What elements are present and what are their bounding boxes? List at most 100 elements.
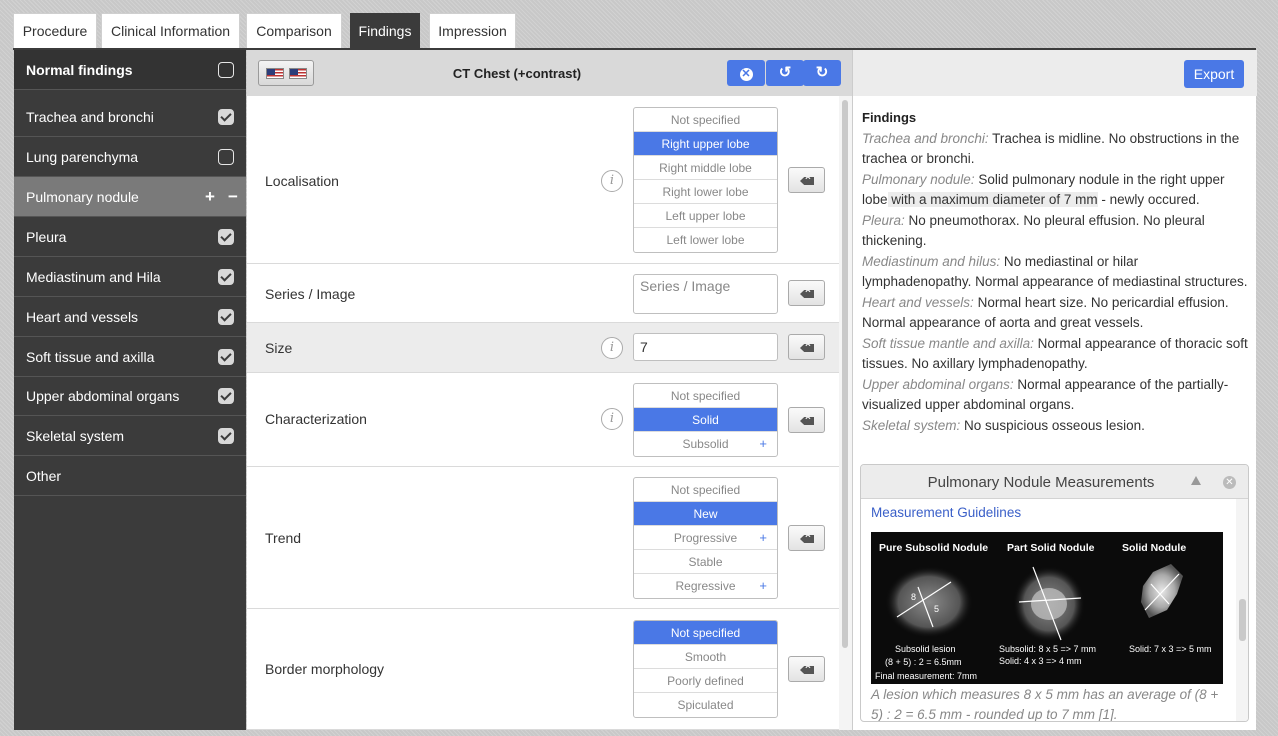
size-input[interactable] — [633, 333, 778, 361]
report-line-mediastinum: Mediastinum and hilus: No mediastinal or… — [862, 252, 1250, 293]
clear-field-button[interactable] — [788, 525, 825, 551]
tab-findings[interactable]: Findings — [350, 13, 420, 48]
sidebar-item-upper-abdominal-organs[interactable]: Upper abdominal organs — [14, 376, 246, 416]
report-title: Findings — [862, 110, 917, 125]
tab-clinical-information[interactable]: Clinical Information — [101, 13, 240, 48]
sidebar-item-other[interactable]: Other — [14, 456, 246, 496]
backspace-icon — [800, 535, 814, 543]
panel-scrollbar[interactable] — [1236, 499, 1248, 721]
checkbox[interactable] — [218, 109, 234, 125]
clear-field-button[interactable] — [788, 280, 825, 306]
remove-icon[interactable]: − — [228, 177, 238, 217]
sidebar-item-pleura[interactable]: Pleura — [14, 217, 246, 257]
sidebar-header-normal-findings[interactable]: Normal findings — [14, 50, 246, 90]
expand-plus-icon[interactable]: + — [759, 526, 767, 550]
undo-button[interactable]: ↺ — [766, 60, 804, 86]
option-left-upper-lobe[interactable]: Left upper lobe — [634, 204, 777, 228]
option-not-specified[interactable]: Not specified — [634, 478, 777, 502]
sidebar: Normal findings Trachea and bronchi Lung… — [14, 50, 246, 730]
report-key: Mediastinum and hilus: — [862, 253, 1001, 269]
clear-button[interactable]: ✕ — [727, 60, 765, 86]
field-row-localisation: Localisation i Not specified Right upper… — [247, 96, 839, 264]
export-button[interactable]: Export — [1184, 60, 1244, 88]
solid-core-shape — [1031, 588, 1067, 620]
sidebar-item-heart-and-vessels[interactable]: Heart and vessels — [14, 297, 246, 337]
add-icon[interactable]: + — [205, 177, 215, 217]
info-icon[interactable]: i — [601, 337, 623, 359]
option-progressive[interactable]: Progressive + — [634, 526, 777, 550]
form-title: CT Chest (+contrast) — [452, 66, 582, 81]
clear-field-button[interactable] — [788, 407, 825, 433]
expand-plus-icon[interactable]: + — [759, 432, 767, 456]
sidebar-item-label: Trachea and bronchi — [26, 109, 154, 125]
option-subsolid[interactable]: Subsolid + — [634, 432, 777, 456]
panel-title: Pulmonary Nodule Measurements — [927, 474, 1155, 491]
tab-impression[interactable]: Impression — [429, 13, 516, 48]
measurement-guidelines-link[interactable]: Measurement Guidelines — [871, 505, 1021, 520]
subsolid-nodule-shape — [885, 566, 973, 638]
option-left-lower-lobe[interactable]: Left lower lobe — [634, 228, 777, 252]
option-regressive[interactable]: Regressive + — [634, 574, 777, 598]
clear-field-button[interactable] — [788, 167, 825, 193]
option-right-upper-lobe[interactable]: Right upper lobe — [634, 132, 777, 156]
option-not-specified[interactable]: Not specified — [634, 108, 777, 132]
scrollbar-thumb[interactable] — [1239, 599, 1246, 641]
option-spiculated[interactable]: Spiculated — [634, 693, 777, 717]
undo-icon: ↺ — [778, 64, 792, 81]
collapse-triangle-icon[interactable] — [1191, 476, 1201, 485]
option-solid[interactable]: Solid — [634, 408, 777, 432]
scrollbar-thumb[interactable] — [842, 100, 848, 648]
report-line-pleura: Pleura: No pneumothorax. No pleural effu… — [862, 211, 1250, 252]
option-smooth[interactable]: Smooth — [634, 645, 777, 669]
backspace-icon — [800, 344, 814, 352]
tab-procedure[interactable]: Procedure — [13, 13, 97, 48]
checkbox[interactable] — [218, 388, 234, 404]
report-key: Upper abdominal organs: — [862, 376, 1014, 392]
checkbox[interactable] — [218, 269, 234, 285]
sidebar-item-mediastinum-and-hila[interactable]: Mediastinum and Hila — [14, 257, 246, 297]
normal-findings-checkbox[interactable] — [218, 62, 234, 78]
option-poorly-defined[interactable]: Poorly defined — [634, 669, 777, 693]
checkbox[interactable] — [218, 428, 234, 444]
checkbox[interactable] — [218, 309, 234, 325]
clear-field-button[interactable] — [788, 656, 825, 682]
image-caption: Solid: 4 x 3 => 4 mm — [999, 656, 1082, 666]
field-label: Border morphology — [265, 661, 385, 677]
image-caption: Subsolid: 8 x 5 => 7 mm — [999, 644, 1097, 654]
info-icon[interactable]: i — [601, 408, 623, 430]
checkbox[interactable] — [218, 349, 234, 365]
option-not-specified[interactable]: Not specified — [634, 384, 777, 408]
nodule-measurements-panel: Pulmonary Nodule Measurements ✕ Measurem… — [860, 464, 1249, 722]
trend-options: Not specified New Progressive + Stable Re… — [633, 477, 778, 599]
close-icon[interactable]: ✕ — [1223, 476, 1236, 489]
series-image-input[interactable] — [633, 274, 778, 314]
expand-plus-icon[interactable]: + — [759, 574, 767, 598]
tab-comparison[interactable]: Comparison — [246, 13, 342, 48]
report-key: Pulmonary nodule: — [862, 171, 975, 187]
report-line-soft-tissue: Soft tissue mantle and axilla: Normal ap… — [862, 334, 1250, 375]
option-label: Subsolid — [682, 437, 729, 451]
sidebar-item-trachea-and-bronchi[interactable]: Trachea and bronchi — [14, 97, 246, 137]
findings-form-panel: CT Chest (+contrast) ✕ ↺ ↻ Localisation … — [247, 50, 852, 730]
nodule-measurement-illustration: Pure Subsolid Nodule Part Solid Nodule S… — [871, 532, 1223, 684]
checkbox[interactable] — [218, 149, 234, 165]
option-new[interactable]: New — [634, 502, 777, 526]
option-right-lower-lobe[interactable]: Right lower lobe — [634, 180, 777, 204]
option-stable[interactable]: Stable — [634, 550, 777, 574]
sidebar-item-lung-parenchyma[interactable]: Lung parenchyma — [14, 137, 246, 177]
report-line-skeletal: Skeletal system: No suspicious osseous l… — [862, 416, 1250, 437]
redo-button[interactable]: ↻ — [803, 60, 841, 86]
measurement-caption: A lesion which measures 8 x 5 mm has an … — [871, 687, 1219, 722]
sidebar-item-pulmonary-nodule[interactable]: Pulmonary nodule + − — [14, 177, 246, 217]
backspace-icon — [800, 666, 814, 674]
option-not-specified[interactable]: Not specified — [634, 621, 777, 645]
sidebar-item-soft-tissue-and-axilla[interactable]: Soft tissue and axilla — [14, 337, 246, 377]
report-line-heart: Heart and vessels: Normal heart size. No… — [862, 293, 1250, 334]
sidebar-item-label: Other — [26, 468, 62, 484]
checkbox[interactable] — [218, 229, 234, 245]
sidebar-item-skeletal-system[interactable]: Skeletal system — [14, 416, 246, 456]
info-icon[interactable]: i — [601, 170, 623, 192]
form-scrollbar[interactable] — [839, 96, 852, 730]
option-right-middle-lobe[interactable]: Right middle lobe — [634, 156, 777, 180]
clear-field-button[interactable] — [788, 334, 825, 360]
